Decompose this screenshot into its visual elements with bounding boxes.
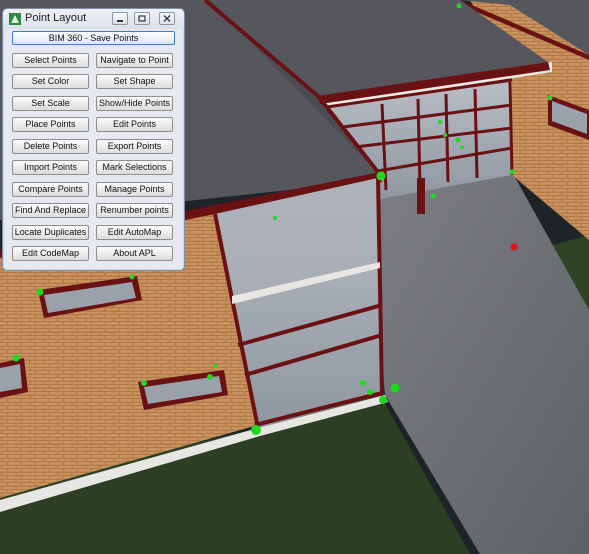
- point-marker: [129, 274, 135, 280]
- point-marker: [251, 425, 261, 435]
- point-marker: [273, 216, 277, 220]
- point-marker: [214, 364, 218, 368]
- set-scale-button[interactable]: Set Scale: [12, 96, 89, 111]
- place-points-button[interactable]: Place Points: [12, 117, 89, 132]
- compare-points-button[interactable]: Compare Points: [12, 182, 89, 197]
- point-marker: [438, 120, 442, 124]
- window-title: Point Layout: [25, 12, 87, 24]
- delete-points-button[interactable]: Delete Points: [12, 139, 89, 154]
- point-marker: [379, 396, 387, 404]
- import-points-button[interactable]: Import Points: [12, 160, 89, 175]
- edit-automap-button[interactable]: Edit AutoMap: [96, 225, 173, 240]
- locate-duplicates-button[interactable]: Locate Duplicates: [12, 225, 89, 240]
- point-marker: [430, 193, 436, 199]
- manage-points-button[interactable]: Manage Points: [96, 182, 173, 197]
- edit-codemap-button[interactable]: Edit CodeMap: [12, 246, 89, 261]
- edit-points-button[interactable]: Edit Points: [96, 117, 173, 132]
- point-marker: [360, 380, 366, 386]
- point-marker: [390, 383, 400, 393]
- title-bar[interactable]: Point Layout: [3, 9, 184, 29]
- point-marker: [207, 374, 213, 380]
- minimize-button[interactable]: [112, 12, 128, 25]
- point-marker: [547, 95, 553, 101]
- point-marker: [443, 133, 447, 137]
- set-shape-button[interactable]: Set Shape: [96, 74, 173, 89]
- close-button[interactable]: [159, 12, 175, 25]
- renumber-points-button[interactable]: Renumber points: [96, 203, 173, 218]
- about-apl-button[interactable]: About APL: [96, 246, 173, 261]
- set-color-button[interactable]: Set Color: [12, 74, 89, 89]
- bim360-save-points-button[interactable]: BIM 360 - Save Points: [12, 31, 175, 45]
- point-marker: [456, 3, 462, 9]
- point-marker: [455, 137, 461, 143]
- point-marker: [460, 145, 464, 149]
- select-points-button[interactable]: Select Points: [12, 53, 89, 68]
- restore-icon: [138, 15, 146, 22]
- point-layout-panel: Point Layout BIM 360 - Save Points Selec…: [2, 8, 185, 271]
- app-icon: [9, 13, 21, 25]
- point-marker: [367, 389, 373, 395]
- show-hide-points-button[interactable]: Show/Hide Points: [96, 96, 173, 111]
- point-marker: [509, 169, 515, 175]
- close-icon: [163, 15, 171, 22]
- entry-column: [417, 178, 425, 214]
- point-marker: [36, 288, 44, 296]
- selected-point-marker: [510, 243, 518, 251]
- export-points-button[interactable]: Export Points: [96, 139, 173, 154]
- navigate-to-point-button[interactable]: Navigate to Point: [96, 53, 173, 68]
- restore-button[interactable]: [134, 12, 150, 25]
- mark-selections-button[interactable]: Mark Selections: [96, 160, 173, 175]
- point-marker: [376, 171, 386, 181]
- find-and-replace-button[interactable]: Find And Replace: [12, 203, 89, 218]
- minimize-icon: [117, 20, 123, 22]
- point-marker: [141, 380, 147, 386]
- point-marker: [12, 354, 20, 362]
